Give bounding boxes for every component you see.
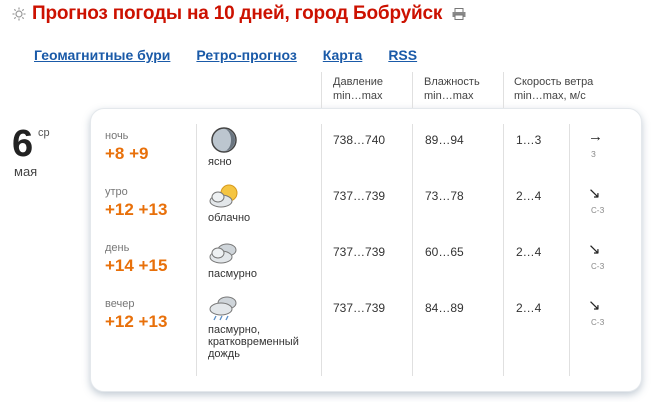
- humidity-value: 84…89: [425, 301, 464, 315]
- link-retro-forecast[interactable]: Ретро-прогноз: [196, 47, 296, 63]
- wind-arrow-icon: ↘: [588, 185, 601, 202]
- forecast-row: день +14 +15 пасмурно 737…739 60…65 2…4 …: [0, 238, 657, 294]
- link-geomagnetic[interactable]: Геомагнитные бури: [34, 47, 170, 63]
- pressure-value: 738…740: [333, 133, 386, 147]
- humidity-value: 60…65: [425, 245, 464, 259]
- temperature: +12 +13: [105, 200, 168, 219]
- condition: пасмурно, кратковременный дождь: [208, 324, 299, 360]
- header-pressure: Давление min…max: [333, 76, 384, 102]
- humidity-value: 73…78: [425, 189, 464, 203]
- wind-speed-value: 2…4: [516, 301, 542, 315]
- wind-direction: С-З: [591, 206, 605, 215]
- temperature: +14 +15: [105, 256, 168, 275]
- forecast-row: вечер +12 +13 пасмурно, кратковременный …: [0, 294, 657, 360]
- temperature: +12 +13: [105, 312, 168, 331]
- wind-direction: С-З: [591, 318, 605, 327]
- overcast-icon: [209, 243, 237, 264]
- period-label: ночь: [105, 130, 129, 142]
- page-title: Прогноз погоды на 10 дней, город Бобруйс…: [32, 3, 443, 24]
- condition: облачно: [208, 212, 251, 224]
- forecast-row: ночь +8 +9 ясно 738…740 89…94 1…3 → З: [0, 126, 657, 182]
- forecast-row: утро +12 +13 облачно 737…739 73…78 2…4 ↘…: [0, 182, 657, 238]
- sun-icon: [12, 7, 26, 21]
- link-map[interactable]: Карта: [323, 47, 363, 63]
- humidity-value: 89…94: [425, 133, 464, 147]
- pressure-value: 737…739: [333, 245, 386, 259]
- wind-speed-value: 1…3: [516, 133, 542, 147]
- wind-direction: С-З: [591, 262, 605, 271]
- pressure-value: 737…739: [333, 189, 386, 203]
- divider: [321, 72, 322, 108]
- temperature: +8 +9: [105, 144, 149, 163]
- header-humidity: Влажность min…max: [424, 76, 480, 102]
- pressure-value: 737…739: [333, 301, 386, 315]
- page-header: Прогноз погоды на 10 дней, город Бобруйс…: [12, 2, 466, 26]
- wind-direction: З: [591, 150, 596, 159]
- rain-cloud-icon: [209, 296, 237, 321]
- condition: пасмурно: [208, 268, 257, 280]
- wind-arrow-icon: →: [588, 128, 603, 145]
- partly-cloudy-icon: [209, 184, 238, 208]
- nav-links: Геомагнитные бури Ретро-прогноз Карта RS…: [34, 47, 417, 63]
- wind-arrow-icon: ↘: [588, 241, 601, 258]
- period-label: день: [105, 242, 130, 254]
- condition: ясно: [208, 156, 232, 168]
- printer-icon[interactable]: [452, 8, 466, 20]
- header-wind: Скорость ветра min…max, м/с: [514, 76, 594, 102]
- wind-speed-value: 2…4: [516, 245, 542, 259]
- moon-clear-icon: [211, 127, 237, 153]
- period-label: вечер: [105, 298, 135, 310]
- wind-speed-value: 2…4: [516, 189, 542, 203]
- link-rss[interactable]: RSS: [388, 47, 417, 63]
- divider: [503, 72, 504, 108]
- period-label: утро: [105, 186, 128, 198]
- wind-arrow-icon: ↘: [588, 297, 601, 314]
- divider: [412, 72, 413, 108]
